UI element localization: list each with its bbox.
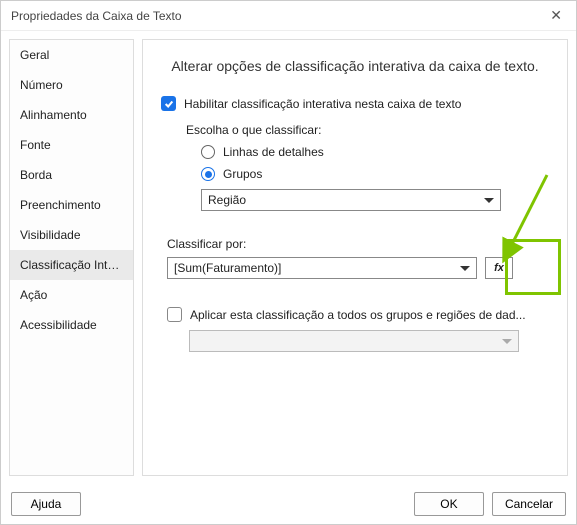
titlebar: Propriedades da Caixa de Texto ✕ xyxy=(1,1,576,31)
apply-to-all-row: Aplicar esta classificação a todos os gr… xyxy=(167,307,549,322)
group-dropdown-value: Região xyxy=(208,193,246,207)
sort-by-label: Classificar por: xyxy=(167,237,549,251)
radio-groups[interactable] xyxy=(201,167,215,181)
dialog-title: Propriedades da Caixa de Texto xyxy=(11,9,182,23)
enable-interactive-sort-row: Habilitar classificação interativa nesta… xyxy=(161,96,549,111)
ok-button[interactable]: OK xyxy=(414,492,484,516)
sort-by-row: [Sum(Faturamento)] fx xyxy=(167,257,549,279)
choose-what-to-sort-label: Escolha o que classificar: xyxy=(186,123,549,137)
main-panel: Alterar opções de classificação interati… xyxy=(142,39,568,476)
fx-icon: fx xyxy=(494,262,504,274)
expression-fx-button[interactable]: fx xyxy=(485,257,513,279)
sidebar-item-borda[interactable]: Borda xyxy=(10,160,133,190)
chevron-down-icon xyxy=(484,193,494,207)
dialog-footer: Ajuda OK Cancelar xyxy=(1,484,576,524)
enable-interactive-sort-checkbox[interactable] xyxy=(161,96,176,111)
sidebar-item-alinhamento[interactable]: Alinhamento xyxy=(10,100,133,130)
sort-target-radiogroup: Linhas de detalhes Grupos xyxy=(201,145,549,181)
sidebar-item-acao[interactable]: Ação xyxy=(10,280,133,310)
radio-detail-lines[interactable] xyxy=(201,145,215,159)
radio-detail-row: Linhas de detalhes xyxy=(201,145,549,159)
dialog-body: Geral Número Alinhamento Fonte Borda Pre… xyxy=(1,31,576,484)
radio-groups-row: Grupos xyxy=(201,167,549,181)
radio-detail-label: Linhas de detalhes xyxy=(223,145,324,159)
sidebar-item-acessibilidade[interactable]: Acessibilidade xyxy=(10,310,133,340)
sidebar-item-classificacao-interativa[interactable]: Classificação Interat... xyxy=(10,250,133,280)
sidebar-item-geral[interactable]: Geral xyxy=(10,40,133,70)
apply-to-all-checkbox[interactable] xyxy=(167,307,182,322)
group-dropdown[interactable]: Região xyxy=(201,189,501,211)
radio-groups-label: Grupos xyxy=(223,167,262,181)
sidebar-item-numero[interactable]: Número xyxy=(10,70,133,100)
sidebar-item-preenchimento[interactable]: Preenchimento xyxy=(10,190,133,220)
category-sidebar: Geral Número Alinhamento Fonte Borda Pre… xyxy=(9,39,134,476)
apply-to-all-label: Aplicar esta classificação a todos os gr… xyxy=(190,308,526,322)
sort-by-value: [Sum(Faturamento)] xyxy=(174,261,281,275)
textbox-properties-dialog: Propriedades da Caixa de Texto ✕ Geral N… xyxy=(0,0,577,525)
sidebar-item-visibilidade[interactable]: Visibilidade xyxy=(10,220,133,250)
help-button[interactable]: Ajuda xyxy=(11,492,81,516)
chevron-down-icon xyxy=(460,261,470,275)
sort-by-dropdown[interactable]: [Sum(Faturamento)] xyxy=(167,257,477,279)
sidebar-item-fonte[interactable]: Fonte xyxy=(10,130,133,160)
close-icon[interactable]: ✕ xyxy=(546,7,566,24)
cancel-button[interactable]: Cancelar xyxy=(492,492,566,516)
apply-scope-dropdown-disabled xyxy=(189,330,519,352)
panel-heading: Alterar opções de classificação interati… xyxy=(161,58,549,74)
chevron-down-icon xyxy=(502,334,512,348)
enable-interactive-sort-label: Habilitar classificação interativa nesta… xyxy=(184,97,461,111)
